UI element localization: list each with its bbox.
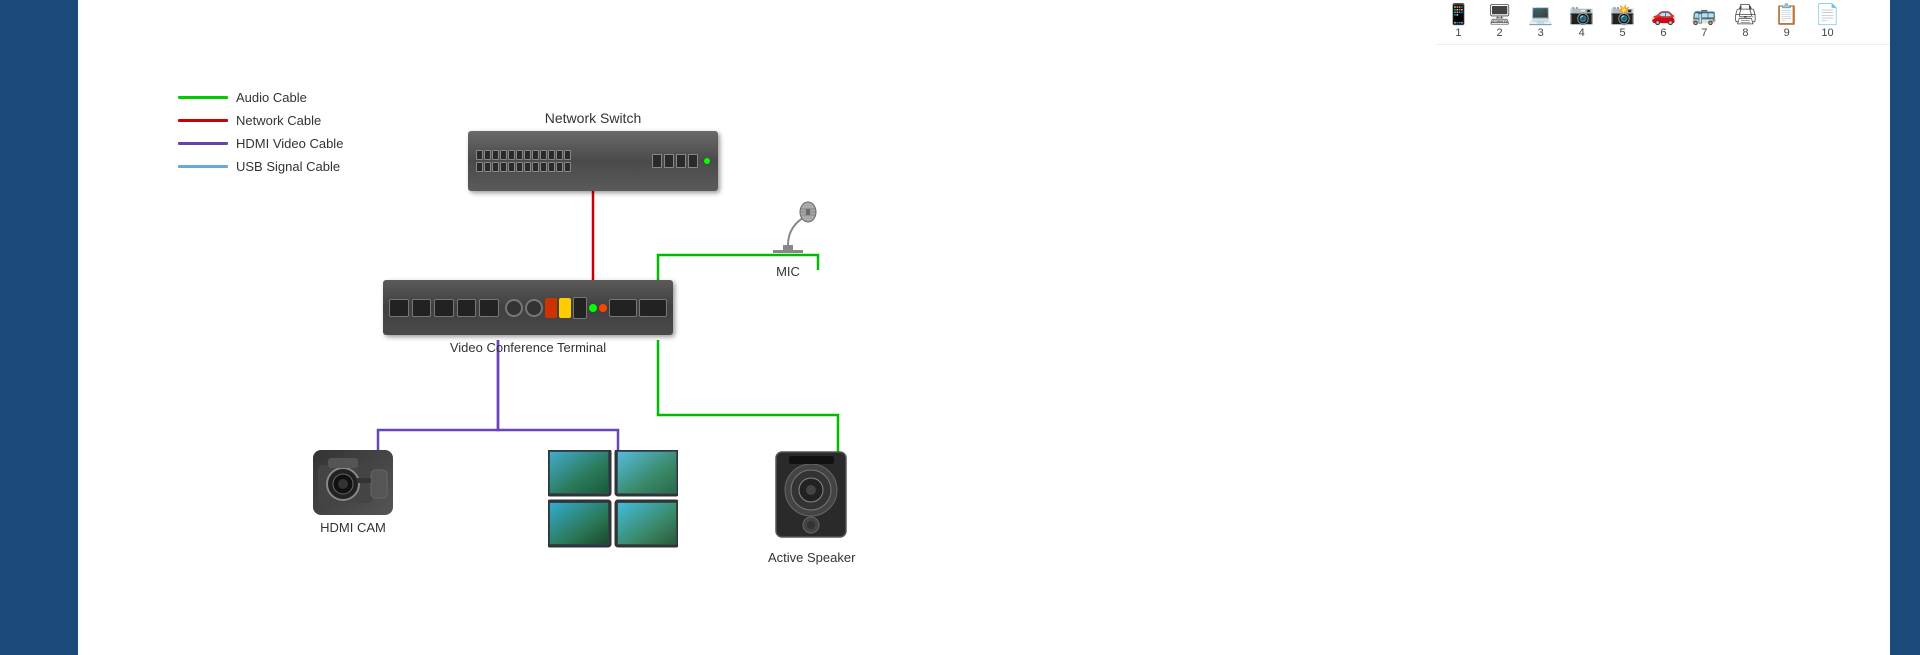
main-content-area: 📱 1 🖥 2 💻 3 📷 4 📸 5 🚗 6 🚌 7 🖨 8 <box>78 0 1890 655</box>
switch-port <box>492 162 499 172</box>
switch-port <box>564 150 571 160</box>
switch-port <box>564 162 571 172</box>
network-switch: Network Switch <box>468 110 718 191</box>
vct-device: Video Conference Terminal <box>383 280 673 355</box>
switch-port <box>540 162 547 172</box>
right-sidebar <box>1890 0 1920 655</box>
vct-port <box>457 299 477 317</box>
switch-sfp-port <box>664 154 674 168</box>
switch-port <box>492 150 499 160</box>
top-icon-4: 📷 4 <box>1569 5 1594 39</box>
top-icon-6: 🚗 6 <box>1651 5 1676 39</box>
top-icon-bar: 📱 1 🖥 2 💻 3 📷 4 📸 5 🚗 6 🚌 7 🖨 8 <box>1436 0 1890 45</box>
display-svg <box>548 450 678 550</box>
diagram: Network Switch <box>158 60 1870 635</box>
top-icon-1: 📱 1 <box>1446 5 1471 39</box>
vct-circular-port <box>525 299 543 317</box>
switch-port <box>508 150 515 160</box>
top-icon-7: 🚌 7 <box>1692 5 1717 39</box>
top-icon-9: 📋 9 <box>1774 5 1799 39</box>
switch-port <box>556 150 563 160</box>
switch-port <box>532 162 539 172</box>
vct-label: Video Conference Terminal <box>383 340 673 355</box>
top-icon-8: 🖨 8 <box>1733 5 1758 39</box>
switch-port <box>484 162 491 172</box>
active-speaker-label: Active Speaker <box>768 550 855 565</box>
switch-port <box>540 150 547 160</box>
hdmi-cam-label: HDMI CAM <box>313 520 393 535</box>
switch-device-body <box>468 131 718 191</box>
switch-sfp-port <box>676 154 686 168</box>
vct-led <box>599 304 607 312</box>
vct-circular-port <box>505 299 523 317</box>
vct-wide-port <box>573 297 587 319</box>
vct-device-body <box>383 280 673 335</box>
vct-port <box>639 299 667 317</box>
network-switch-label: Network Switch <box>468 110 718 126</box>
vct-rca-port <box>559 298 571 318</box>
top-icon-2: 🖥 2 <box>1487 5 1512 39</box>
cam-device-body <box>313 450 393 515</box>
switch-port <box>524 150 531 160</box>
switch-port <box>516 150 523 160</box>
switch-port <box>532 150 539 160</box>
switch-port <box>548 150 555 160</box>
switch-port <box>484 150 491 160</box>
top-icon-3: 💻 3 <box>1528 5 1553 39</box>
top-icon-10: 📄 10 <box>1815 5 1840 39</box>
switch-port <box>556 162 563 172</box>
mic-device: MIC <box>753 195 823 279</box>
switch-port <box>508 162 515 172</box>
switch-sfp-port <box>652 154 662 168</box>
vct-port <box>412 299 432 317</box>
top-icon-5: 📸 5 <box>1610 5 1635 39</box>
vct-port <box>479 299 499 317</box>
switch-port <box>500 150 507 160</box>
active-speaker-device: Active Speaker <box>768 450 855 565</box>
switch-port <box>548 162 555 172</box>
switch-port <box>476 162 483 172</box>
mic-label: MIC <box>753 264 823 279</box>
speaker-svg <box>774 450 849 540</box>
switch-port <box>516 162 523 172</box>
switch-port <box>500 162 507 172</box>
vct-port <box>609 299 637 317</box>
hdmi-cam-device: HDMI CAM <box>313 450 393 535</box>
vct-rca-port <box>545 298 557 318</box>
vct-port <box>434 299 454 317</box>
switch-sfp-port <box>688 154 698 168</box>
cam-svg <box>313 450 393 515</box>
switch-port <box>476 150 483 160</box>
mic-icon <box>753 195 823 255</box>
display-screen-device <box>548 450 678 555</box>
switch-port <box>524 162 531 172</box>
vct-led <box>589 304 597 312</box>
vct-port <box>389 299 409 317</box>
left-sidebar <box>0 0 78 655</box>
